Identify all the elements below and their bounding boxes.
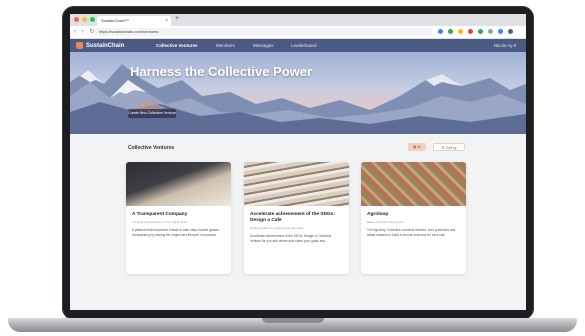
browser-nav-buttons[interactable]: ‹ › ↻ xyxy=(74,28,96,35)
card-title: A Transparent Company xyxy=(132,212,188,217)
extension-icon[interactable] xyxy=(458,29,463,34)
nav-messages[interactable]: Messages xyxy=(253,39,274,53)
section-title: Collective Ventures xyxy=(128,145,175,151)
tab-title: SustainChain™ xyxy=(101,18,129,23)
browser-urlbar: ‹ › ↻ https://sustainchain.com/ventures xyxy=(70,26,526,39)
card-image xyxy=(126,162,231,206)
browser-tabbar: SustainChain™ × + xyxy=(70,14,526,26)
card-title: Accelerate achievement of the SDGs: Desi… xyxy=(250,212,336,223)
browser-tab[interactable]: SustainChain™ × xyxy=(97,16,171,26)
venture-card[interactable]: A Transparent Company Creating transpare… xyxy=(126,162,231,274)
card-subtitle: Make a circular food system xyxy=(367,220,405,224)
extension-icon[interactable] xyxy=(478,29,483,34)
sort-button[interactable]: ☰ Sort by xyxy=(433,143,465,151)
hero-title: Harness the Collective Power xyxy=(130,64,313,79)
address-bar[interactable]: https://sustainchain.com/ventures xyxy=(94,28,432,36)
card-subtitle: Reduce waste & emissions across cafes xyxy=(250,226,304,230)
user-menu[interactable]: Nicole Ay ▾ xyxy=(494,39,516,53)
maximize-window-dot[interactable] xyxy=(90,17,95,22)
card-description: A platform that empowers brands to take … xyxy=(132,228,220,237)
extension-icon[interactable] xyxy=(488,29,493,34)
nav-collective-ventures[interactable]: Collective Ventures xyxy=(156,39,198,53)
hero-banner: Harness the Collective Power Create New … xyxy=(70,52,526,134)
card-description: Accelerate achievement of the SDGs: Desi… xyxy=(250,234,332,243)
close-window-dot[interactable] xyxy=(74,17,79,22)
logo-text: SustainChain xyxy=(86,42,125,49)
extension-icon[interactable] xyxy=(438,29,443,34)
tab-close-icon[interactable]: × xyxy=(165,16,168,26)
laptop-notch xyxy=(262,318,324,323)
view-filter-button[interactable]: ▦ All xyxy=(408,143,426,151)
create-venture-button[interactable]: Create New Collective Venture xyxy=(128,109,176,118)
window-controls xyxy=(74,17,95,22)
venture-card[interactable]: Agroloop Make a circular food system The… xyxy=(361,162,466,274)
extension-icon[interactable] xyxy=(468,29,473,34)
card-title: Agroloop xyxy=(367,212,389,217)
app-logo[interactable]: SustainChain xyxy=(76,42,124,49)
extension-icon[interactable] xyxy=(448,29,453,34)
laptop-screen: SustainChain™ × + ‹ › ↻ https://sustainc… xyxy=(70,14,526,310)
venture-card[interactable]: Accelerate achievement of the SDGs: Desi… xyxy=(244,162,349,274)
nav-members[interactable]: Members xyxy=(216,39,235,53)
card-description: The Agroloop Collective connects farmers… xyxy=(367,228,456,237)
new-tab-button[interactable]: + xyxy=(175,15,179,22)
minimize-window-dot[interactable] xyxy=(82,17,87,22)
app-navbar: SustainChain Collective Ventures Members… xyxy=(70,39,526,53)
logo-mark-icon xyxy=(76,42,83,49)
card-subtitle: Creating transparency in the supply chai… xyxy=(132,220,188,224)
card-image xyxy=(361,162,466,206)
nav-leaderboard[interactable]: Leaderboard xyxy=(291,39,317,53)
extension-icon[interactable] xyxy=(498,29,503,34)
card-image xyxy=(244,162,349,206)
extension-icons xyxy=(438,29,513,34)
profile-icon[interactable] xyxy=(508,29,513,34)
